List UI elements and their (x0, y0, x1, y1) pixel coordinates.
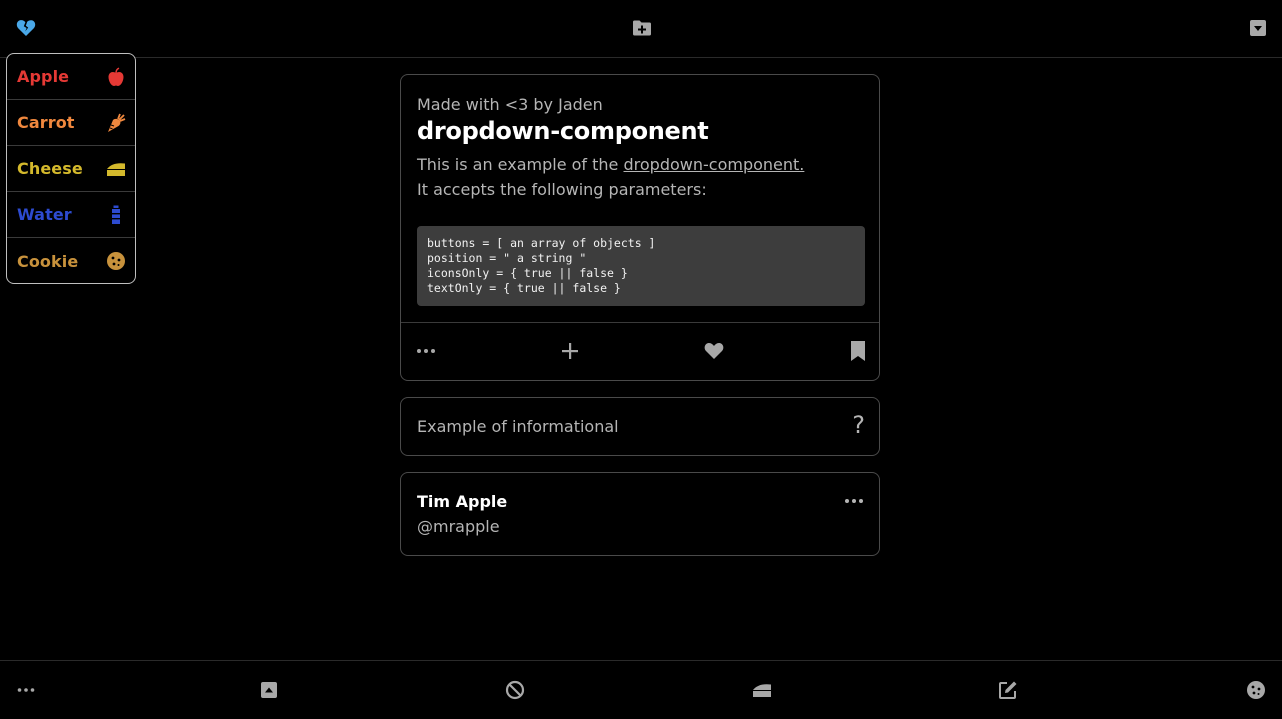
cookie-icon[interactable] (1246, 680, 1266, 700)
component-card: Made with <3 by Jaden dropdown-component… (400, 74, 880, 381)
author-line: Made with <3 by Jaden (417, 95, 603, 114)
dropdown-item-label: Water (17, 205, 72, 224)
user-handle: @mrapple (417, 517, 500, 536)
ban-icon[interactable] (505, 680, 525, 700)
description-line-2: It accepts the following parameters: (417, 180, 707, 199)
code-line: iconsOnly = { true || false } (427, 266, 628, 280)
dropdown-component-link[interactable]: dropdown-component. (624, 155, 805, 174)
dropdown-menu: Apple Carrot Cheese Water Cookie (6, 53, 136, 284)
dropdown-item-water[interactable]: Water (7, 192, 135, 238)
user-name: Tim Apple (417, 492, 508, 511)
dropdown-item-label: Apple (17, 67, 70, 86)
top-bar (0, 0, 1282, 58)
user-card: Tim Apple @mrapple (400, 472, 880, 556)
plus-icon[interactable] (559, 340, 581, 362)
folder-plus-icon[interactable] (632, 18, 652, 38)
bottom-bar (0, 660, 1282, 719)
more-icon[interactable] (16, 680, 36, 700)
apple-icon (106, 67, 126, 87)
cookie-icon (106, 251, 126, 271)
cheese-icon[interactable] (752, 680, 772, 700)
dropdown-item-label: Cookie (17, 251, 79, 271)
cheese-icon (106, 159, 126, 179)
water-bottle-icon (106, 205, 126, 225)
question-icon[interactable]: ? (852, 411, 865, 439)
dropdown-item-carrot[interactable]: Carrot (7, 100, 135, 146)
dropdown-item-label: Cheese (17, 159, 83, 178)
code-line: buttons = [ an array of objects ] (427, 236, 656, 250)
caret-square-down-icon[interactable] (1248, 18, 1268, 38)
info-card: Example of informational ? (400, 397, 880, 456)
info-text: Example of informational (417, 417, 619, 436)
code-block: buttons = [ an array of objects ] positi… (417, 226, 865, 306)
code-line: position = " a string " (427, 251, 587, 265)
heart-icon[interactable] (703, 340, 725, 362)
more-icon[interactable] (415, 340, 437, 362)
caret-square-up-icon[interactable] (259, 680, 279, 700)
broken-heart-icon[interactable] (16, 18, 36, 38)
description-prefix: This is an example of the (417, 155, 619, 174)
dropdown-item-label: Carrot (17, 113, 75, 132)
carrot-icon (106, 113, 126, 133)
dropdown-item-cheese[interactable]: Cheese (7, 146, 135, 192)
code-line: textOnly = { true || false } (427, 281, 621, 295)
card-title: dropdown-component (417, 117, 709, 145)
divider (401, 322, 879, 323)
more-icon[interactable] (843, 495, 865, 507)
dropdown-item-apple[interactable]: Apple (7, 54, 135, 100)
bookmark-icon[interactable] (847, 340, 869, 362)
dropdown-item-cookie[interactable]: Cookie (7, 238, 135, 283)
edit-icon[interactable] (998, 680, 1018, 700)
description-line-1: This is an example of the dropdown-compo… (417, 155, 804, 174)
